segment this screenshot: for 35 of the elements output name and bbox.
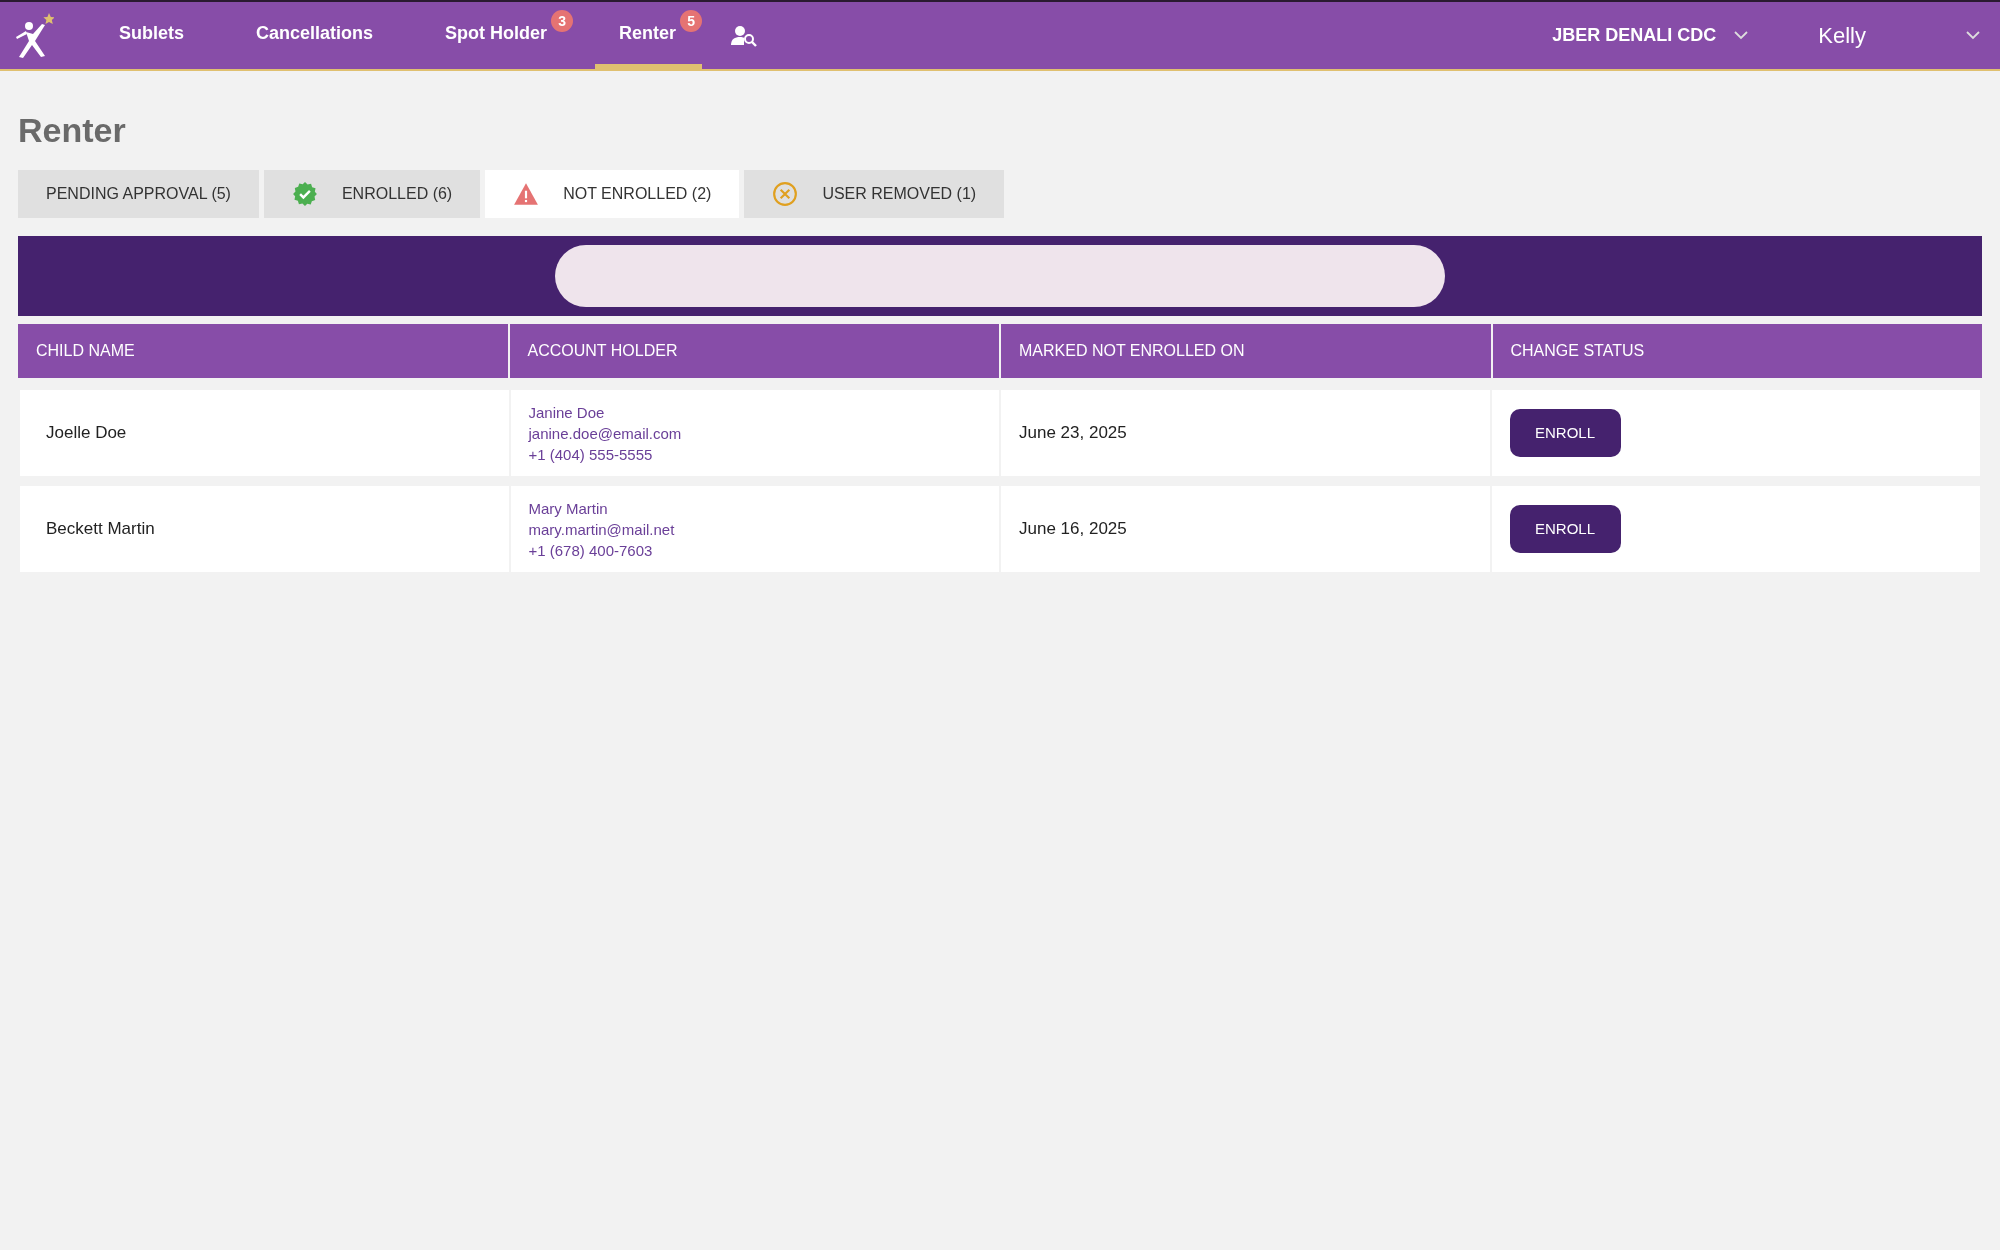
nav-tab[interactable]: Spot Holder 3 <box>421 2 574 69</box>
status-tab[interactable]: PENDING APPROVAL (5) <box>18 170 259 218</box>
count-badge: 3 <box>551 10 574 32</box>
user-search-icon[interactable] <box>731 24 758 47</box>
nav-tab[interactable]: Sublets <box>95 2 210 69</box>
count-badge: 5 <box>680 10 703 32</box>
holder-name: Mary Martin <box>528 498 609 519</box>
column-header: CHILD NAME <box>18 324 508 378</box>
verified-check-icon <box>291 181 318 207</box>
status-tab[interactable]: USER REMOVED (1) <box>744 170 1005 218</box>
table-cell: Joelle Doe <box>20 390 509 476</box>
user-dropdown[interactable]: Kelly <box>1818 19 1980 52</box>
page-title: Renter <box>18 110 127 151</box>
table-cell: Beckett Martin <box>20 486 509 572</box>
holder-email: janine.doe@email.com <box>528 423 683 444</box>
enroll-button[interactable]: ENROLL <box>1509 505 1621 553</box>
status-tab[interactable]: ENROLLED (6) <box>263 170 481 218</box>
table-cell: June 23, 2025 <box>1001 390 1490 476</box>
cancel-circle-icon <box>772 181 799 207</box>
holder-phone: +1 (404) 555-5555 <box>528 444 654 465</box>
column-header: ACCOUNT HOLDER <box>509 324 999 378</box>
warning-icon <box>513 182 540 206</box>
nav-tab[interactable]: Cancellations <box>232 2 400 69</box>
status-tab[interactable]: NOT ENROLLED (2) <box>485 170 740 218</box>
table-cell: June 16, 2025 <box>1001 486 1490 572</box>
column-header: CHANGE STATUS <box>1492 324 1982 378</box>
enroll-button[interactable]: ENROLL <box>1509 409 1621 457</box>
holder-phone: +1 (678) 400-7603 <box>528 540 654 561</box>
column-header: MARKED NOT ENROLLED ON <box>1001 324 1491 378</box>
holder-name: Janine Doe <box>528 402 606 423</box>
holder-email: mary.martin@mail.net <box>528 519 676 540</box>
nav-tab[interactable]: Renter 5 <box>595 2 703 69</box>
chevron-down-icon <box>1966 31 1980 40</box>
center-dropdown[interactable]: JBER DENALI CDC <box>1552 22 1749 49</box>
chevron-down-icon <box>1734 31 1749 40</box>
